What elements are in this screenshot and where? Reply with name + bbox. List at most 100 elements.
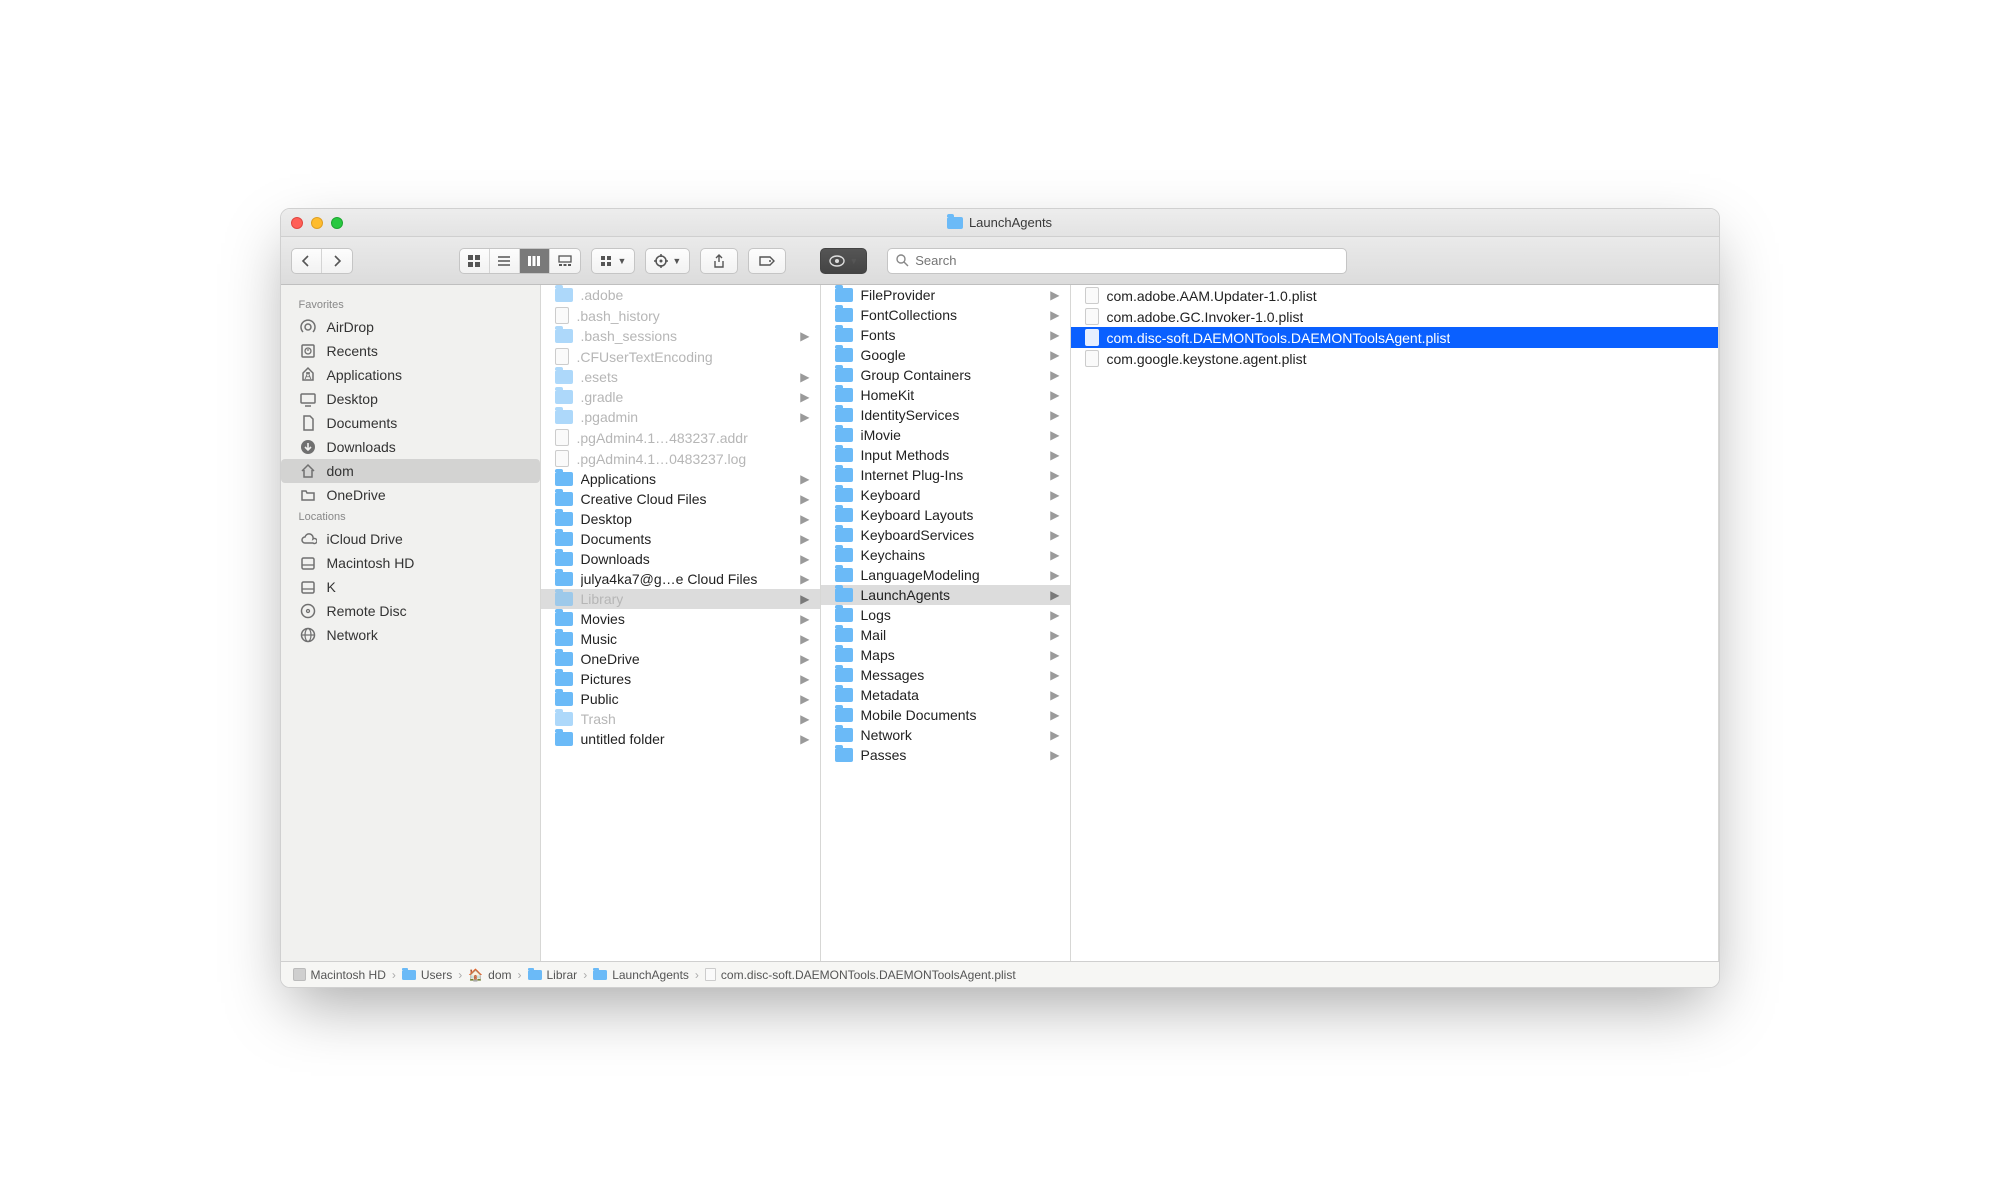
path-segment[interactable]: Macintosh HD [293,968,386,982]
column-item[interactable]: KeyboardServices▶ [821,525,1070,545]
column-item[interactable]: Input Methods▶ [821,445,1070,465]
column-item[interactable]: Keychains▶ [821,545,1070,565]
list-view-button[interactable] [490,249,520,273]
column-item[interactable]: com.google.keystone.agent.plist [1071,348,1718,369]
close-button[interactable] [291,217,303,229]
column-item[interactable]: Applications▶ [541,469,820,489]
arrange-button[interactable]: ▼ [591,248,636,274]
column-item[interactable]: LanguageModeling▶ [821,565,1070,585]
column-item[interactable]: com.disc-soft.DAEMONTools.DAEMONToolsAge… [1071,327,1718,348]
folder-icon [555,592,573,606]
column-item[interactable]: Logs▶ [821,605,1070,625]
column-item[interactable]: LaunchAgents▶ [821,585,1070,605]
chevron-right-icon: ▶ [800,390,809,404]
column-item[interactable]: IdentityServices▶ [821,405,1070,425]
column-item[interactable]: Public▶ [541,689,820,709]
column-item[interactable]: Network▶ [821,725,1070,745]
sidebar-item-desktop[interactable]: Desktop [281,387,540,411]
gallery-view-button[interactable] [550,249,580,273]
sidebar-item-downloads[interactable]: Downloads [281,435,540,459]
column-item[interactable]: com.adobe.GC.Invoker-1.0.plist [1071,306,1718,327]
column-item[interactable]: Keyboard Layouts▶ [821,505,1070,525]
icon-view-button[interactable] [460,249,490,273]
path-segment[interactable]: com.disc-soft.DAEMONTools.DAEMONToolsAge… [705,968,1016,982]
sidebar-item-documents[interactable]: Documents [281,411,540,435]
column-item[interactable]: OneDrive▶ [541,649,820,669]
column-item[interactable]: Music▶ [541,629,820,649]
column-item[interactable]: .pgAdmin4.1…483237.addr [541,427,820,448]
column-1[interactable]: FileProvider▶FontCollections▶Fonts▶Googl… [821,285,1071,961]
sidebar-item-macintosh-hd[interactable]: Macintosh HD [281,551,540,575]
path-segment[interactable]: LaunchAgents [593,968,689,982]
column-item[interactable]: HomeKit▶ [821,385,1070,405]
column-item[interactable]: untitled folder▶ [541,729,820,749]
sidebar-item-k[interactable]: K [281,575,540,599]
column-0[interactable]: .adobe.bash_history.bash_sessions▶.CFUse… [541,285,821,961]
column-item[interactable]: com.adobe.AAM.Updater-1.0.plist [1071,285,1718,306]
column-item[interactable]: Trash▶ [541,709,820,729]
search-field[interactable] [887,248,1347,274]
column-item[interactable]: .bash_sessions▶ [541,326,820,346]
sidebar-item-airdrop[interactable]: AirDrop [281,315,540,339]
path-bar[interactable]: Macintosh HD›Users›🏠dom›Librar›LaunchAge… [281,961,1719,987]
column-item[interactable]: Movies▶ [541,609,820,629]
sidebar-item-icloud-drive[interactable]: iCloud Drive [281,527,540,551]
column-item-label: FileProvider [861,287,936,303]
forward-button[interactable] [322,249,352,273]
zoom-button[interactable] [331,217,343,229]
sidebar[interactable]: FavoritesAirDropRecentsAApplicationsDesk… [281,285,541,961]
share-button[interactable] [700,248,738,274]
sidebar-item-onedrive[interactable]: OneDrive [281,483,540,507]
chevron-right-icon: ▶ [1050,328,1059,342]
column-item[interactable]: .pgAdmin4.1…0483237.log [541,448,820,469]
column-view-button[interactable] [520,249,550,273]
column-item[interactable]: Maps▶ [821,645,1070,665]
column-item[interactable]: Fonts▶ [821,325,1070,345]
search-input[interactable] [915,253,1338,268]
column-item[interactable]: Internet Plug-Ins▶ [821,465,1070,485]
column-item[interactable]: Library▶ [541,589,820,609]
column-item[interactable]: .gradle▶ [541,387,820,407]
column-item[interactable]: .bash_history [541,305,820,326]
column-item[interactable]: iMovie▶ [821,425,1070,445]
path-segment[interactable]: Users [402,968,452,982]
column-item[interactable]: FileProvider▶ [821,285,1070,305]
column-item[interactable]: Mobile Documents▶ [821,705,1070,725]
window-title: LaunchAgents [281,215,1719,230]
titlebar[interactable]: LaunchAgents [281,209,1719,237]
preview-options-button[interactable]: ▼ [820,248,867,274]
sidebar-item-network[interactable]: Network [281,623,540,647]
column-item[interactable]: julya4ka7@g…e Cloud Files▶ [541,569,820,589]
column-item[interactable]: Metadata▶ [821,685,1070,705]
column-item[interactable]: Pictures▶ [541,669,820,689]
column-item[interactable]: Keyboard▶ [821,485,1070,505]
column-item[interactable]: Desktop▶ [541,509,820,529]
column-2[interactable]: com.adobe.AAM.Updater-1.0.plistcom.adobe… [1071,285,1719,961]
column-item[interactable]: Downloads▶ [541,549,820,569]
sidebar-item-label: Remote Disc [327,603,407,619]
tags-button[interactable] [748,248,786,274]
column-item[interactable]: .pgadmin▶ [541,407,820,427]
column-item[interactable]: Google▶ [821,345,1070,365]
sidebar-item-remote-disc[interactable]: Remote Disc [281,599,540,623]
back-button[interactable] [292,249,322,273]
column-item[interactable]: Passes▶ [821,745,1070,765]
column-item[interactable]: Creative Cloud Files▶ [541,489,820,509]
column-item[interactable]: .CFUserTextEncoding [541,346,820,367]
column-item[interactable]: Documents▶ [541,529,820,549]
column-item[interactable]: FontCollections▶ [821,305,1070,325]
column-item[interactable]: .adobe [541,285,820,305]
path-segment[interactable]: 🏠dom [468,968,511,982]
minimize-button[interactable] [311,217,323,229]
column-item[interactable]: Group Containers▶ [821,365,1070,385]
column-item[interactable]: Mail▶ [821,625,1070,645]
column-item[interactable]: Messages▶ [821,665,1070,685]
sidebar-item-dom[interactable]: dom [281,459,540,483]
folder-icon [555,612,573,626]
sidebar-item-applications[interactable]: AApplications [281,363,540,387]
column-item[interactable]: .esets▶ [541,367,820,387]
path-segment[interactable]: Librar [528,968,578,982]
action-button[interactable]: ▼ [645,248,690,274]
folder-icon [835,348,853,362]
sidebar-item-recents[interactable]: Recents [281,339,540,363]
